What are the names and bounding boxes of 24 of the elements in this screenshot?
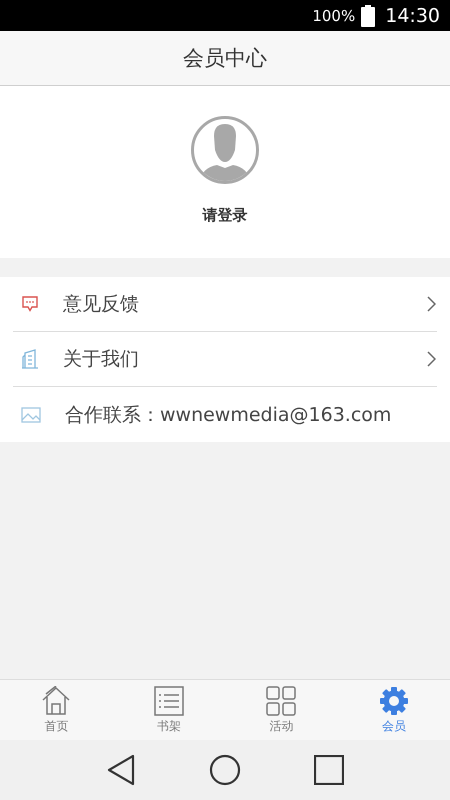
menu-label: 合作联系：wwnewmedia@163.com [65, 402, 392, 428]
menu-label: 关于我们 [63, 347, 140, 372]
home-icon [41, 686, 72, 716]
page-title: 会员中心 [183, 45, 267, 72]
image-icon [21, 406, 41, 422]
chevron-icon [427, 351, 436, 367]
battery-icon [361, 4, 376, 26]
settings-icon [378, 686, 409, 716]
list-icon [154, 686, 184, 716]
menu-label: 意见反馈 [63, 292, 140, 317]
chat-bubble-icon [21, 296, 39, 312]
clock: 14:30 [385, 4, 440, 26]
tab[interactable]: 会员 [338, 680, 450, 740]
tab[interactable]: 首页 [0, 680, 112, 740]
home-circle-icon[interactable] [208, 754, 241, 786]
recents-icon[interactable] [314, 755, 344, 785]
tab[interactable]: 活动 [225, 680, 338, 740]
grid-icon [266, 686, 296, 716]
tab[interactable]: 书架 [112, 680, 225, 740]
login-link[interactable]: 请登录 [202, 206, 248, 225]
chevron-icon [427, 296, 436, 312]
building-icon [21, 349, 39, 369]
back-icon[interactable] [106, 754, 136, 786]
battery-percent: 100% [312, 6, 356, 24]
